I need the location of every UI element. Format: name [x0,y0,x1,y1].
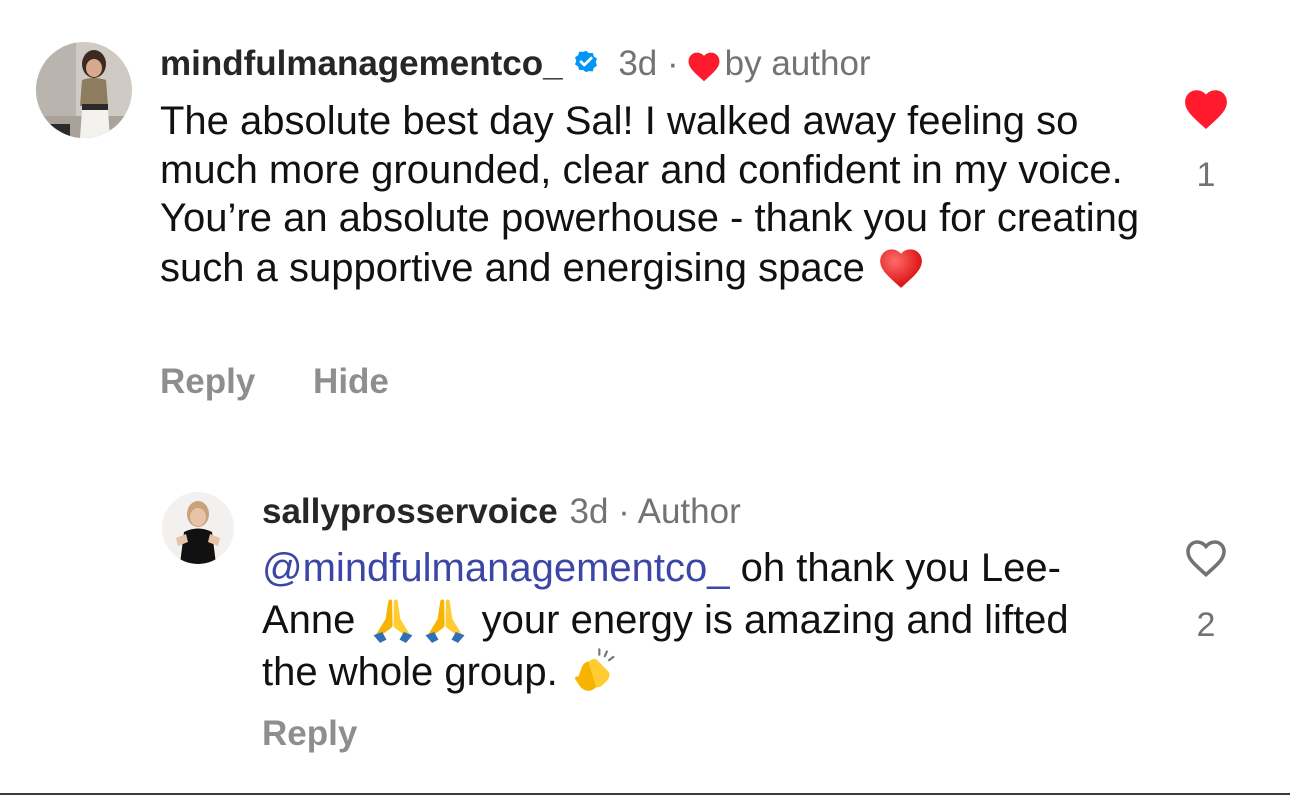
mention-link[interactable]: @mindfulmanagementco_ [262,546,730,590]
comment-actions: Reply Hide [160,362,389,402]
reply-button[interactable]: Reply [262,714,357,753]
liked-by-author-label: by author [724,44,871,83]
reply-button[interactable]: Reply [160,362,255,401]
reply-actions: Reply [262,714,357,754]
username[interactable]: mindfulmanagementco_ [160,44,563,83]
like-button[interactable] [1182,534,1230,578]
comment-text: The absolute best day Sal! I walked away… [160,97,1150,292]
like-button[interactable] [1180,84,1232,130]
meta-separator: · [618,492,630,531]
timestamp: 3d [618,44,658,83]
avatar[interactable] [36,42,132,138]
like-count: 2 [1196,606,1216,644]
red-heart-emoji-icon [880,248,922,288]
liked-by-author-heart-icon [688,52,720,82]
avatar[interactable] [162,492,234,564]
heart-filled-icon [1185,90,1227,129]
folded-hands-emoji-icon [373,598,413,643]
meta-separator: · [666,44,679,83]
like-count: 1 [1196,156,1216,194]
hide-button[interactable]: Hide [313,362,389,401]
folded-hands-emoji-icon [425,598,465,643]
reply-meta: sallyprosservoice 3d · Author [262,492,741,532]
comment-mindfulmanagementco: mindfulmanagementco_ 3d · by author The … [0,0,1290,420]
reply-sallyprosservoice: sallyprosservoice 3d · Author @mindfulma… [0,420,1290,790]
author-badge: Author [637,492,741,531]
comment-meta: mindfulmanagementco_ 3d · by author [160,44,871,84]
reply-text: @mindfulmanagementco_ oh thank you Lee-A… [262,544,1092,697]
timestamp: 3d [569,492,609,531]
comment-text-content: The absolute best day Sal! I walked away… [160,99,1140,290]
clapping-hands-emoji-icon [574,647,615,691]
heart-outline-icon [1186,540,1226,577]
verified-badge-icon [574,50,597,73]
username[interactable]: sallyprosservoice [262,492,558,531]
